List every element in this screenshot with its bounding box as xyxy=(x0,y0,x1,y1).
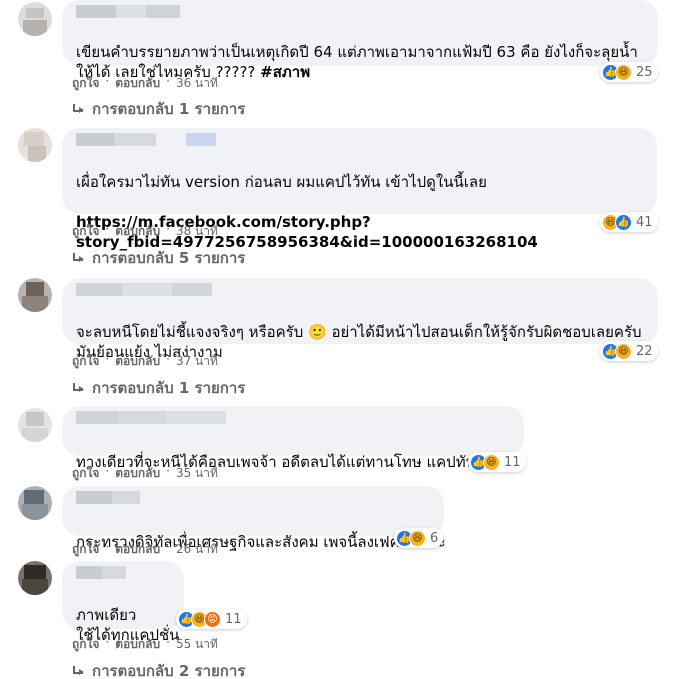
view-replies-link[interactable]: การตอบกลับ 1 รายการ xyxy=(72,97,245,121)
comment-actions: ถูกใจ · ตอบกลับ · 36 นาที xyxy=(72,74,218,93)
reply-button[interactable]: ตอบกลับ xyxy=(115,222,160,241)
comment-bubble: ทางเดียวที่จะหนีได้คือลบเพจจ้า อดีตลบได้… xyxy=(62,406,524,471)
reply-button[interactable]: ตอบกลับ xyxy=(115,352,160,371)
reaction-count: 11 xyxy=(504,454,521,470)
separator: · xyxy=(166,222,170,236)
comment-bubble: เขียนคำบรรยายภาพว่าเป็นเหตุเกิดปี 64 แต่… xyxy=(62,0,658,81)
separator: · xyxy=(105,352,110,366)
reaction-summary[interactable]: 👍 😆 22 xyxy=(600,341,658,361)
comment-actions: ถูกใจ · ตอบกลับ · 55 นาที xyxy=(72,635,218,654)
reply-button[interactable]: ตอบกลับ xyxy=(115,464,160,483)
like-button[interactable]: ถูกใจ xyxy=(72,464,99,483)
timestamp[interactable]: 36 นาที xyxy=(176,74,218,93)
avatar[interactable] xyxy=(18,561,52,595)
replies-count-label: การตอบกลับ 1 รายการ xyxy=(92,100,246,118)
comment-bubble: เผื่อใครมาไม่ทัน version ก่อนลบ ผมแคปไว้… xyxy=(62,128,657,251)
like-button[interactable]: ถูกใจ xyxy=(72,540,99,559)
comment-text: เขียนคำบรรยายภาพว่าเป็นเหตุเกิดปี 64 แต่… xyxy=(76,22,646,82)
author-name-blurred[interactable] xyxy=(76,283,212,296)
reaction-count: 11 xyxy=(225,611,242,627)
separator: · xyxy=(105,635,110,649)
reply-arrow-icon xyxy=(72,104,84,114)
reaction-summary[interactable]: 👍 😆 😡 11 xyxy=(176,609,247,629)
timestamp[interactable]: 55 นาที xyxy=(176,635,218,654)
timestamp[interactable]: 35 นาที xyxy=(176,464,218,483)
comment-actions: ถูกใจ · ตอบกลับ · 26 นาที xyxy=(72,540,218,559)
reply-button[interactable]: ตอบกลับ xyxy=(115,74,160,93)
timestamp[interactable]: 26 นาที xyxy=(176,540,218,559)
avatar[interactable] xyxy=(18,408,52,442)
comment-actions: ถูกใจ · ตอบกลับ · 37 นาที xyxy=(72,352,218,371)
reaction-count: 41 xyxy=(636,214,653,230)
reaction-count: 25 xyxy=(636,64,653,80)
author-name-blurred[interactable] xyxy=(76,5,180,18)
haha-icon: 😆 xyxy=(483,453,500,471)
view-replies-link[interactable]: การตอบกลับ 5 รายการ xyxy=(72,246,245,270)
view-replies-link[interactable]: การตอบกลับ 2 รายการ xyxy=(72,659,245,679)
view-replies-link[interactable]: การตอบกลับ 1 รายการ xyxy=(72,376,245,400)
comment-bubble: ภาพเดียว ใช้ได้ทุกแคปชั่น xyxy=(62,561,184,644)
author-name-blurred[interactable] xyxy=(76,411,226,424)
separator: · xyxy=(105,222,110,236)
separator: · xyxy=(166,74,170,88)
reply-arrow-icon xyxy=(72,383,84,393)
haha-icon: 😆 xyxy=(615,342,632,360)
replies-count-label: การตอบกลับ 1 รายการ xyxy=(92,379,246,397)
replies-count-label: การตอบกลับ 5 รายการ xyxy=(92,249,246,267)
separator: · xyxy=(166,635,170,649)
comment-actions: ถูกใจ · ตอบกลับ · 35 นาที xyxy=(72,464,218,483)
separator: · xyxy=(105,540,110,554)
hashtag-link[interactable]: #สภาพ xyxy=(260,63,310,81)
reply-arrow-icon xyxy=(72,253,84,263)
separator: · xyxy=(166,352,170,366)
author-name-blurred[interactable] xyxy=(76,566,126,579)
like-icon: 👍 xyxy=(615,213,632,231)
avatar[interactable] xyxy=(18,128,52,162)
reaction-count: 22 xyxy=(636,343,653,359)
avatar[interactable] xyxy=(18,278,52,312)
separator: · xyxy=(105,464,110,478)
comment-text-body: เผื่อใครมาไม่ทัน version ก่อนลบ ผมแคปไว้… xyxy=(76,173,487,191)
avatar[interactable] xyxy=(18,2,52,36)
author-name-blurred[interactable] xyxy=(76,491,140,504)
avatar[interactable] xyxy=(18,486,52,520)
comment-bubble: กระทรวงดิจิทัลเพื่อเศรษฐกิจและสังคม เพจน… xyxy=(62,486,446,551)
like-button[interactable]: ถูกใจ xyxy=(72,352,99,371)
haha-icon: 😆 xyxy=(409,529,426,547)
reaction-count: 6 xyxy=(430,530,439,546)
like-button[interactable]: ถูกใจ xyxy=(72,222,99,241)
replies-count-label: การตอบกลับ 2 รายการ xyxy=(92,662,246,679)
timestamp[interactable]: 38 นาที xyxy=(176,222,218,241)
reply-arrow-icon xyxy=(72,666,84,676)
reply-button[interactable]: ตอบกลับ xyxy=(115,540,160,559)
like-button[interactable]: ถูกใจ xyxy=(72,635,99,654)
like-button[interactable]: ถูกใจ xyxy=(72,74,99,93)
separator: · xyxy=(105,74,110,88)
timestamp[interactable]: 37 นาที xyxy=(176,352,218,371)
reaction-summary[interactable]: 😆 👍 41 xyxy=(600,212,658,232)
reaction-summary[interactable]: 👍 😆 11 xyxy=(468,452,526,472)
comment-actions: ถูกใจ · ตอบกลับ · 38 นาที xyxy=(72,222,218,241)
separator: · xyxy=(166,540,170,554)
comment-bubble: จะลบหนีโดยไม่ชี้แจงจริงๆ หรือครับ 🙂 อย่า… xyxy=(62,278,658,361)
separator: · xyxy=(166,464,170,478)
author-name-blurred[interactable] xyxy=(76,133,216,146)
reply-button[interactable]: ตอบกลับ xyxy=(115,635,160,654)
reaction-summary[interactable]: 👍 😆 25 xyxy=(600,62,658,82)
reaction-summary[interactable]: 👍 😆 6 xyxy=(394,528,444,548)
angry-icon: 😡 xyxy=(204,610,221,628)
haha-icon: 😆 xyxy=(615,63,632,81)
